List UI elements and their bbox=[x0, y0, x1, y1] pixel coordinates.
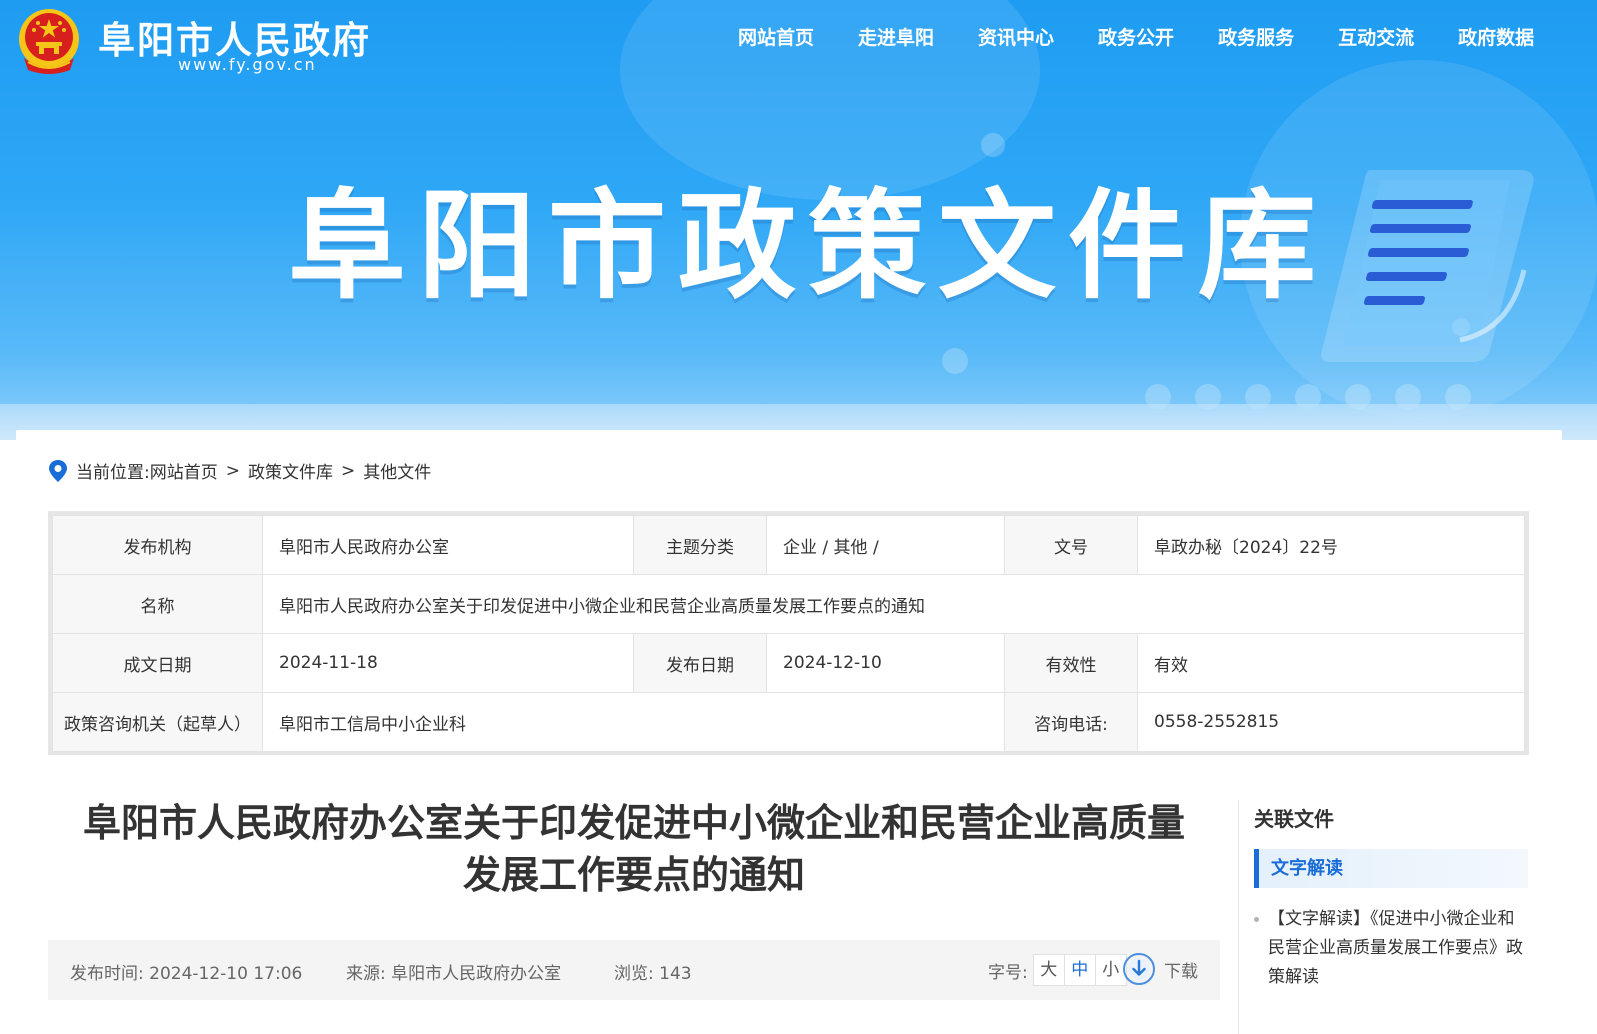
name-value: 阜阳市人民政府办公室关于印发促进中小微企业和民营企业高质量发展工作要点的通知 bbox=[262, 574, 1525, 634]
article-title-line: 阜阳市人民政府办公室关于印发促进中小微企业和民营企业高质量 bbox=[82, 801, 1185, 845]
breadcrumb-separator: > bbox=[225, 460, 240, 481]
article-meta-bar: 发布时间: 2024-12-10 17:06 来源: 阜阳市人民政府办公室 浏览… bbox=[48, 940, 1220, 1000]
breadcrumb-policy-library[interactable]: 政策文件库 bbox=[248, 458, 333, 483]
sidebar-divider bbox=[1238, 800, 1239, 1034]
table-row: 政策咨询机关（起草人） 阜阳市工信局中小企业科 咨询电话: 0558-25528… bbox=[52, 692, 1525, 752]
phone-label: 咨询电话: bbox=[1004, 692, 1138, 752]
doc-number-label: 文号 bbox=[1004, 515, 1138, 575]
font-size-control: 字号: 大 中 小 bbox=[988, 954, 1127, 986]
publish-time: 发布时间: 2024-12-10 17:06 bbox=[70, 964, 303, 984]
download-icon bbox=[1123, 953, 1155, 985]
related-file-title: 【文字解读】《促进中小微企业和民营企业高质量发展工作要点》政策解读 bbox=[1268, 909, 1523, 987]
banner-title: 阜阳市政策文件库 bbox=[288, 177, 1329, 315]
related-files-title: 关联文件 bbox=[1254, 807, 1334, 831]
table-row: 名称 阜阳市人民政府办公室关于印发促进中小微企业和民营企业高质量发展工作要点的通… bbox=[52, 574, 1525, 634]
bullet-dot bbox=[1254, 917, 1259, 922]
nav-about-fuyang[interactable]: 走进阜阳 bbox=[858, 23, 934, 50]
issuer-label: 发布机构 bbox=[52, 515, 263, 575]
article-title-line: 发展工作要点的通知 bbox=[462, 853, 805, 897]
font-size-label: 字号: bbox=[988, 962, 1028, 983]
issuer-value: 阜阳市人民政府办公室 bbox=[262, 515, 634, 575]
nav-home[interactable]: 网站首页 bbox=[738, 23, 814, 50]
nav-gov-data[interactable]: 政府数据 bbox=[1458, 23, 1534, 50]
banner-bubble bbox=[942, 348, 968, 374]
document-info-table: 发布机构 阜阳市人民政府办公室 主题分类 企业 / 其他 / 文号 阜政办秘〔2… bbox=[48, 511, 1529, 755]
site-url: www.fy.gov.cn bbox=[178, 55, 317, 74]
article-title: 阜阳市人民政府办公室关于印发促进中小微企业和民营企业高质量 发展工作要点的通知 bbox=[48, 797, 1220, 901]
breadcrumb-label: 当前位置: bbox=[76, 463, 150, 483]
national-emblem-logo[interactable] bbox=[14, 6, 84, 76]
phone-value: 0558-2552815 bbox=[1137, 692, 1525, 752]
article-source: 来源: 阜阳市人民政府办公室 bbox=[346, 964, 562, 984]
breadcrumb-home[interactable]: 网站首页 bbox=[150, 458, 218, 483]
breadcrumb-other-files[interactable]: 其他文件 bbox=[363, 458, 431, 483]
topic-label: 主题分类 bbox=[633, 515, 767, 575]
validity-value: 有效 bbox=[1137, 633, 1525, 693]
font-size-medium-button[interactable]: 中 bbox=[1063, 954, 1096, 986]
nav-gov-affairs-public[interactable]: 政务公开 bbox=[1098, 23, 1174, 50]
breadcrumb-separator: > bbox=[340, 460, 356, 481]
location-pin-icon bbox=[49, 459, 67, 482]
nav-gov-services[interactable]: 政务服务 bbox=[1218, 23, 1294, 50]
publish-date-value: 2024-12-10 bbox=[766, 633, 1005, 693]
view-count: 浏览: 143 bbox=[614, 964, 692, 984]
header-banner: 阜阳市人民政府 www.fy.gov.cn 网站首页 走进阜阳 资讯中心 政务公… bbox=[0, 0, 1597, 440]
font-size-large-button[interactable]: 大 bbox=[1032, 954, 1065, 986]
related-file-link[interactable]: 【文字解读】《促进中小微企业和民营企业高质量发展工作要点》政策解读 bbox=[1254, 905, 1528, 992]
banner-bubble bbox=[981, 133, 1005, 157]
consult-agency-label: 政策咨询机关（起草人） bbox=[52, 692, 263, 752]
consult-agency-value: 阜阳市工信局中小企业科 bbox=[262, 692, 1005, 752]
created-date-value: 2024-11-18 bbox=[262, 633, 634, 693]
main-nav: 网站首页 走进阜阳 资讯中心 政务公开 政务服务 互动交流 政府数据 bbox=[738, 23, 1534, 50]
name-label: 名称 bbox=[52, 574, 263, 634]
doc-number-value: 阜政办秘〔2024〕22号 bbox=[1137, 515, 1525, 575]
breadcrumb: 当前位置: 网站首页 > 政策文件库 > 其他文件 bbox=[48, 458, 431, 483]
download-label: 下载 bbox=[1164, 961, 1198, 982]
nav-interaction[interactable]: 互动交流 bbox=[1338, 23, 1414, 50]
validity-label: 有效性 bbox=[1004, 633, 1138, 693]
document-illustration-icon bbox=[1321, 170, 1534, 362]
created-date-label: 成文日期 bbox=[52, 633, 263, 693]
publish-date-label: 发布日期 bbox=[633, 633, 767, 693]
topic-value: 企业 / 其他 / bbox=[766, 515, 1005, 575]
table-row: 发布机构 阜阳市人民政府办公室 主题分类 企业 / 其他 / 文号 阜政办秘〔2… bbox=[52, 515, 1525, 575]
tab-text-interpretation[interactable]: 文字解读 bbox=[1254, 849, 1528, 888]
download-button[interactable]: 下载 bbox=[1122, 952, 1198, 986]
table-row: 成文日期 2024-11-18 发布日期 2024-12-10 有效性 有效 bbox=[52, 633, 1525, 693]
nav-news-center[interactable]: 资讯中心 bbox=[978, 23, 1054, 50]
